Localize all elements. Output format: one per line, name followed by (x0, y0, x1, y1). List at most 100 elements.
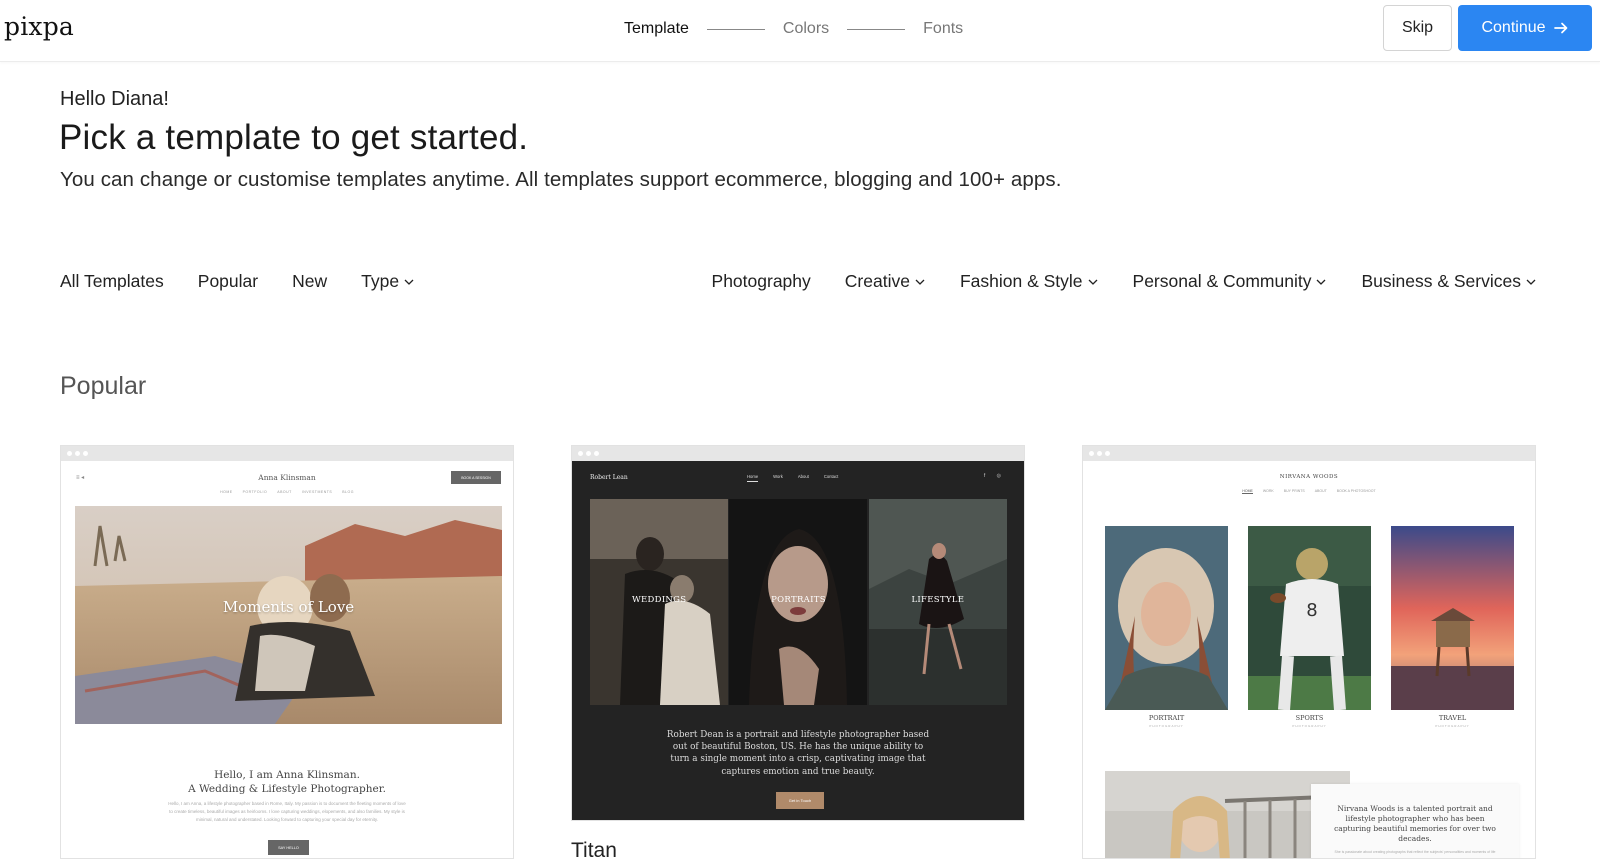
preview-menu: HOME WORK BUY PRINTS ABOUT BOOK A PHOTOSHOOT (1083, 489, 1535, 494)
template-preview: NIRVANA WOODS HOME WORK BUY PRINTS ABOUT BOO… (1083, 461, 1535, 858)
preview-menu-item: BUY PRINTS (1283, 489, 1305, 493)
top-bar: pixpa Template Colors Fonts Skip Continu… (0, 0, 1600, 62)
browser-chrome (1083, 446, 1535, 461)
greeting: Hello Diana! (60, 88, 169, 110)
preview-panel-lifestyle: LIFESTYLE (868, 499, 1007, 705)
preview-about-card: Nirvana Woods is a talented portrait and… (1311, 784, 1519, 858)
preview-hero-image: Moments of Love (75, 506, 502, 724)
tile-subtitle: PHOTOGRAPHY (1292, 724, 1327, 728)
preview-menu-item: BOOK A PHOTOSHOOT (1336, 489, 1376, 493)
preview-menu: HOME PORTFOLIO ABOUT INVESTMENTS BLOG (61, 490, 513, 494)
filter-label: Personal & Community (1132, 271, 1312, 291)
template-preview: Robert Lean Home Work About Contact f ◎ WED… (572, 461, 1024, 820)
arrow-right-icon (1553, 22, 1567, 34)
tile-subtitle: PHOTOGRAPHY (1149, 724, 1184, 728)
filter-new[interactable]: New (292, 271, 327, 292)
filter-label: Type (361, 271, 400, 291)
preview-menu-item: Work (773, 474, 783, 479)
filter-label: Creative (844, 271, 910, 291)
tile-title: TRAVEL (1438, 714, 1467, 722)
preview-panel-portraits: PORTRAITS (729, 499, 868, 705)
preview-menu-item: INVESTMENTS (301, 490, 333, 494)
preview-tile-portrait (1105, 526, 1228, 710)
template-card-titan[interactable]: Robert Lean Home Work About Contact f ◎ WED… (571, 445, 1025, 821)
preview-tile-label: PORTRAIT PHOTOGRAPHY (1105, 714, 1228, 728)
chevron-down-icon (1088, 279, 1097, 285)
preview-intro-line: Hello, I am Anna Klinsman. (214, 769, 360, 781)
tile-subtitle: PHOTOGRAPHY (1435, 724, 1470, 728)
step-colors[interactable]: Colors (783, 20, 829, 38)
preview-about-subtext: She is passionate about creating photogr… (1334, 850, 1496, 854)
template-name-titan[interactable]: Titan (571, 839, 617, 859)
preview-tile-sports: 8 (1248, 526, 1371, 710)
preview-site-name: NIRVANA WOODS (1279, 474, 1339, 480)
preview-menu-item: Home (747, 474, 759, 482)
template-card-nirvana-woods[interactable]: NIRVANA WOODS HOME WORK BUY PRINTS ABOUT BOO… (1082, 445, 1536, 859)
preview-tiles: 8 (1105, 526, 1514, 710)
preview-menu-item: About (797, 474, 809, 479)
template-preview: ≡ ◂ Anna Klinsman HOME PORTFOLIO ABOUT INVE… (61, 461, 513, 858)
preview-tile-travel (1391, 526, 1514, 710)
preview-book-button: BOOK A SESSION (451, 471, 501, 484)
filter-creative-dropdown[interactable]: Creative (845, 271, 926, 292)
filter-business-services-dropdown[interactable]: Business & Services (1361, 271, 1537, 292)
template-card-anna-klinsman[interactable]: ≡ ◂ Anna Klinsman HOME PORTFOLIO ABOUT INVE… (60, 445, 514, 859)
svg-text:8: 8 (1306, 600, 1317, 621)
continue-label: Continue (1481, 19, 1546, 36)
tile-title: SPORTS (1295, 714, 1324, 722)
preview-menu-item: BLOG (342, 490, 354, 494)
filter-bar-right: Photography Creative Fashion & Style Per… (712, 271, 1537, 292)
preview-panel-label: PORTRAITS (771, 595, 826, 605)
filter-label: New (292, 271, 328, 291)
continue-button[interactable]: Continue (1458, 5, 1592, 51)
filter-label: All Templates (60, 271, 164, 291)
chevron-down-icon (404, 279, 414, 285)
pixpa-logo[interactable]: pixpa (4, 12, 74, 41)
filter-personal-community-dropdown[interactable]: Personal & Community (1133, 271, 1328, 292)
preview-menu-item: PORTFOLIO (242, 490, 268, 494)
skip-button[interactable]: Skip (1383, 5, 1452, 51)
filter-photography[interactable]: Photography (712, 271, 811, 292)
preview-menu-item: HOME (1242, 489, 1253, 494)
step-template[interactable]: Template (624, 20, 689, 38)
tile-title: PORTRAIT (1148, 714, 1185, 722)
chevron-down-icon (1526, 279, 1536, 285)
preview-about-text: Nirvana Woods is a talented portrait and… (1334, 804, 1496, 843)
browser-chrome (61, 446, 513, 461)
section-title-popular: Popular (60, 372, 147, 400)
preview-panel-label: LIFESTYLE (911, 595, 965, 605)
setup-steps: Template Colors Fonts (624, 18, 963, 40)
filter-popular[interactable]: Popular (198, 271, 258, 292)
preview-body-text: Hello, I am Anna, a lifestyle photograph… (168, 801, 406, 822)
filter-label: Photography (711, 271, 811, 291)
preview-get-in-touch-button: Get in Touch (776, 792, 824, 809)
preview-description: Robert Dean is a portrait and lifestyle … (666, 730, 930, 777)
step-fonts[interactable]: Fonts (923, 20, 963, 38)
preview-menu: Home Work About Contact (747, 474, 838, 482)
filter-all-templates[interactable]: All Templates (60, 271, 164, 292)
preview-tile-label: SPORTS PHOTOGRAPHY (1248, 714, 1371, 728)
preview-intro: Hello, I am Anna Klinsman. A Wedding & L… (61, 768, 513, 796)
preview-menu-item: ABOUT (277, 490, 292, 494)
preview-panel-weddings: WEDDINGS (590, 499, 728, 705)
preview-site-name: Robert Lean (590, 474, 628, 481)
filter-fashion-style-dropdown[interactable]: Fashion & Style (960, 271, 1099, 292)
preview-site-name: Anna Klinsman (258, 473, 316, 482)
preview-panel-label: WEDDINGS (631, 595, 687, 605)
chevron-down-icon (1317, 279, 1326, 285)
step-divider (847, 28, 906, 30)
filter-label: Business & Services (1361, 271, 1521, 291)
preview-tile-labels: PORTRAIT PHOTOGRAPHY SPORTS PHOTOGRAPHY TR… (1105, 714, 1514, 728)
filter-type-dropdown[interactable]: Type (361, 271, 415, 292)
skip-label: Skip (1401, 19, 1434, 36)
filter-label: Fashion & Style (959, 271, 1083, 291)
preview-menu-item: ABOUT (1314, 489, 1327, 493)
filter-bar-left: All Templates Popular New Type (60, 271, 415, 292)
page-title: Pick a template to get started. (59, 118, 529, 157)
preview-intro-line: A Wedding & Lifestyle Photographer. (188, 783, 386, 795)
preview-say-hello-button: SAY HELLO (268, 840, 309, 855)
filter-label: Popular (197, 271, 259, 291)
step-divider (706, 28, 765, 30)
preview-menu-item: Contact (823, 474, 839, 479)
preview-menu-item: HOME (220, 490, 233, 494)
